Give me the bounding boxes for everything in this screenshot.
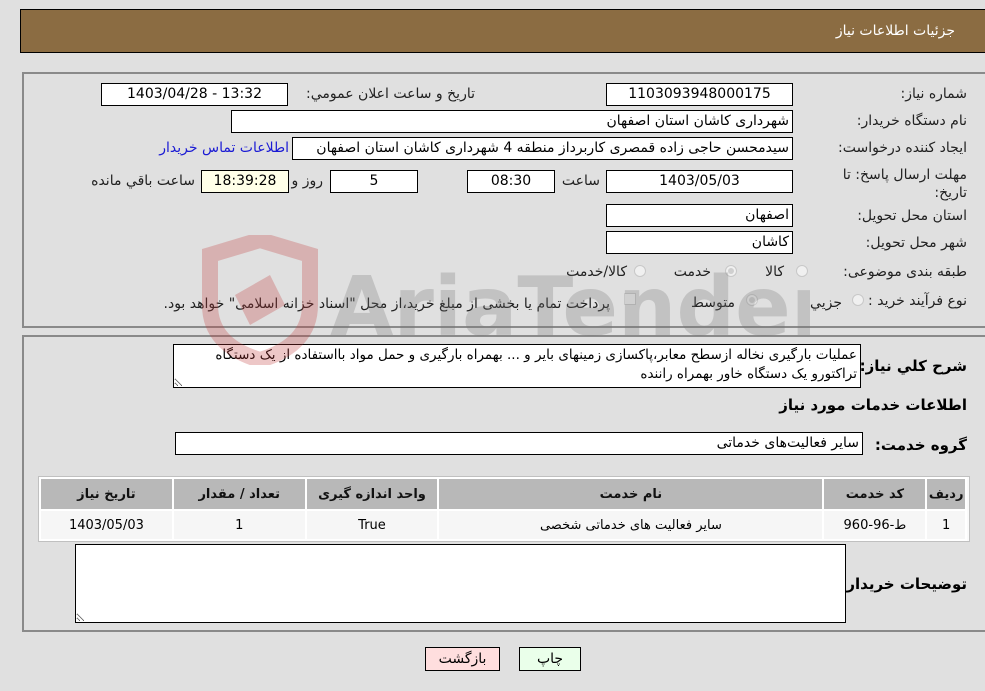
table-header-row: ردیف کد خدمت نام خدمت واحد اندازه گیری ت… [41, 479, 965, 509]
cell-need-date: 1403/05/03 [41, 511, 172, 539]
time-remaining-field: 18:39:28 [201, 170, 289, 193]
deadline-label: مهلت ارسال پاسخ: تا تاریخ: [842, 167, 967, 201]
deadline-time-label: ساعت [561, 173, 600, 189]
need-number-label: شماره نیاز: [900, 86, 968, 102]
cell-unit: True [306, 511, 438, 539]
deadline-date-field[interactable]: 1403/05/03 [606, 170, 793, 193]
requester-field[interactable]: سیدمحسن حاجی زاده قمصری کاربرداز منطقه 4… [292, 137, 793, 160]
services-table: ردیف کد خدمت نام خدمت واحد اندازه گیری ت… [39, 477, 967, 541]
category-label: طبقه بندی موضوعی: [843, 264, 967, 280]
purchase-type-medium-radio[interactable] [746, 294, 758, 306]
category-goods-service-radio[interactable] [634, 265, 646, 277]
cell-service-code: ط-96-960 [824, 511, 926, 539]
requester-label: ایجاد کننده درخواست: [838, 140, 967, 156]
col-quantity: تعداد / مقدار [173, 479, 305, 509]
purchase-type-medium-label: متوسط [691, 295, 735, 311]
buyer-contact-link[interactable]: اطلاعات تماس خریدار [159, 140, 289, 156]
need-number-field[interactable]: 1103093948000175 [606, 83, 793, 106]
category-goods-radio[interactable] [796, 265, 808, 277]
print-button[interactable]: چاپ [519, 647, 581, 671]
buyer-org-field[interactable]: شهرداری کاشان استان اصفهان [231, 110, 793, 133]
col-service-name: نام خدمت [439, 479, 823, 509]
purchase-type-minor-label: جزيي [810, 295, 842, 311]
city-label: شهر محل تحویل: [865, 235, 967, 251]
services-section-title: اطلاعات خدمات مورد نیاز [779, 396, 967, 414]
back-button[interactable]: بازگشت [425, 647, 500, 671]
col-service-code: کد خدمت [824, 479, 926, 509]
description-label: شرح کلي نياز: [859, 357, 967, 375]
days-label: روز و [291, 173, 324, 189]
announce-datetime-label: تاریخ و ساعت اعلان عمومي: [306, 86, 475, 102]
service-group-label: گروه خدمت: [874, 436, 967, 454]
category-goods-label: کالا [765, 264, 784, 280]
category-goods-service-label: کالا/خدمت [566, 264, 627, 280]
category-service-radio[interactable] [725, 265, 737, 277]
purchase-type-minor-radio[interactable] [852, 294, 864, 306]
col-row-number: ردیف [927, 479, 965, 509]
page-header: جزئیات اطلاعات نیاز [20, 9, 985, 53]
buyer-notes-textarea[interactable] [75, 544, 846, 623]
col-need-date: تاریخ نیاز [41, 479, 172, 509]
category-service-label: خدمت [673, 264, 711, 280]
page-title: جزئیات اطلاعات نیاز [835, 23, 955, 39]
announce-datetime-field[interactable]: 1403/04/28 - 13:32 [101, 83, 288, 106]
cell-row-number: 1 [927, 511, 965, 539]
city-field[interactable]: کاشان [606, 231, 793, 254]
days-remaining-field[interactable]: 5 [330, 170, 418, 193]
cell-service-name: سایر فعالیت های خدماتی شخصی [439, 511, 823, 539]
deadline-time-field[interactable]: 08:30 [467, 170, 555, 193]
description-textarea[interactable]: عملیات بارگیری نخاله ازسطح معابر،پاکسازی… [173, 344, 861, 388]
time-remaining-label: ساعت باقي مانده [91, 173, 195, 189]
table-row: 1 ط-96-960 سایر فعالیت های خدماتی شخصی T… [41, 511, 965, 539]
cell-quantity: 1 [173, 511, 305, 539]
province-label: استان محل تحویل: [857, 208, 967, 224]
purchase-type-label: نوع فرآیند خرید : [868, 293, 967, 309]
treasury-note: پرداخت تمام یا بخشی از مبلغ خرید،از محل … [163, 296, 610, 312]
buyer-org-label: نام دستگاه خريدار: [856, 113, 967, 129]
col-unit: واحد اندازه گیری [306, 479, 438, 509]
service-group-field[interactable]: سایر فعالیت‌های خدماتی [175, 432, 863, 455]
province-field[interactable]: اصفهان [606, 204, 793, 227]
treasury-checkbox[interactable] [624, 293, 636, 305]
buyer-notes-label: توضیحات خریدار: [840, 575, 967, 593]
